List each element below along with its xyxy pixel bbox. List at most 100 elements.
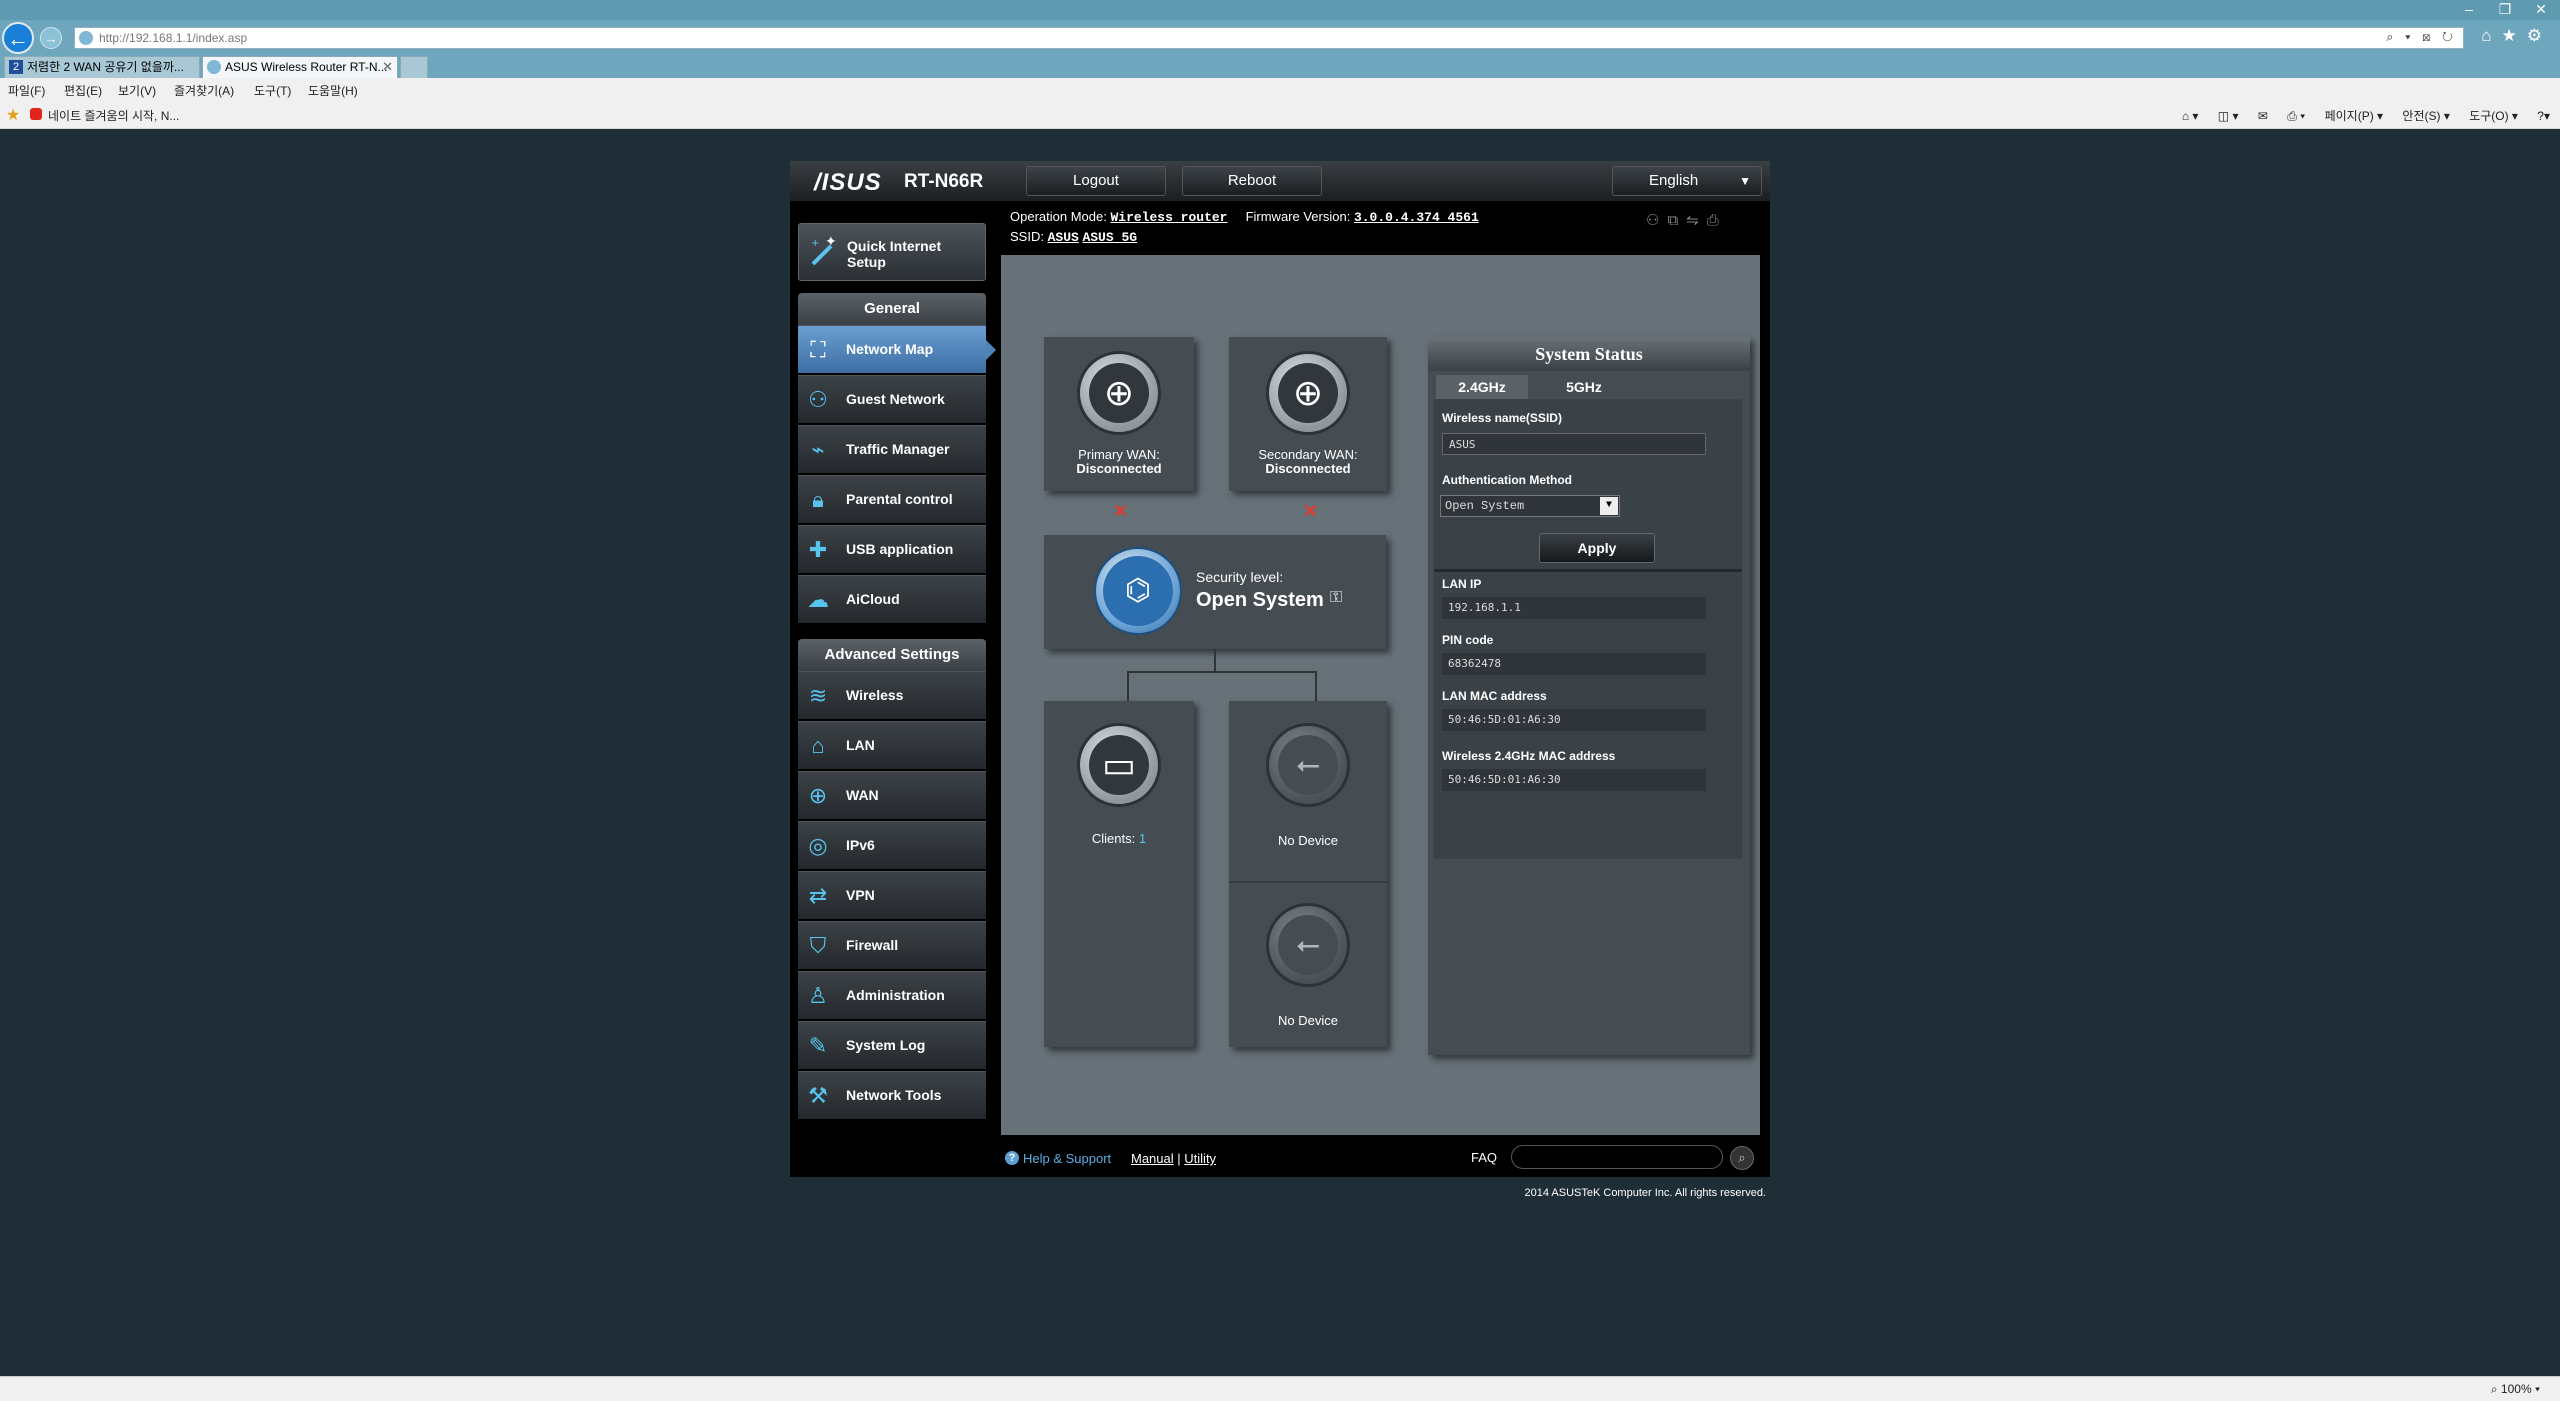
feeds-icon[interactable]: ◫ ▾ — [2218, 109, 2239, 123]
print-icon[interactable]: ⎙ ▾ — [2287, 109, 2305, 123]
menu-tools[interactable]: 도구(T) — [254, 82, 291, 99]
search-icon[interactable]: ⌕ — [1730, 1146, 1754, 1170]
menu-favorites[interactable]: 즐겨찾기(A) — [174, 82, 234, 99]
sidebar-item-label: Traffic Manager — [846, 441, 950, 457]
sidebar-item-ipv6[interactable]: ◎ IPv6 — [798, 821, 986, 869]
ssid-link-5[interactable]: ASUS_5G — [1082, 230, 1137, 245]
favorites-link[interactable]: 네이트 즐겨움의 시작, N... — [48, 107, 179, 124]
utility-link[interactable]: Utility — [1184, 1151, 1216, 1166]
help-support-label[interactable]: Help & Support — [1023, 1151, 1111, 1166]
menu-view[interactable]: 보기(V) — [118, 82, 156, 99]
sidebar-item-network-map[interactable]: ⛶ Network Map — [798, 325, 996, 373]
sidebar-item-label: VPN — [846, 887, 875, 903]
lan-mac-label: LAN MAC address — [1442, 689, 1547, 703]
active-arrow — [986, 340, 996, 360]
faq-search-input[interactable] — [1511, 1145, 1723, 1169]
mail-icon[interactable]: ✉ — [2258, 109, 2268, 123]
sidebar-item-wan[interactable]: ⊕ WAN — [798, 771, 986, 819]
logout-button[interactable]: Logout — [1026, 166, 1166, 196]
operation-mode-link[interactable]: Wireless router — [1110, 210, 1227, 225]
clients-text: Clients: 1 — [1044, 831, 1194, 846]
tab-5ghz[interactable]: 5GHz — [1538, 375, 1630, 399]
apply-button[interactable]: Apply — [1539, 533, 1655, 563]
sidebar-item-vpn[interactable]: ⇄ VPN — [798, 871, 986, 919]
help-icon[interactable]: ?▾ — [2537, 109, 2550, 123]
browser-toolbar-icons[interactable]: ⌂★⚙ — [2481, 26, 2552, 46]
ssid-input[interactable]: ASUS — [1442, 433, 1706, 455]
tab-24ghz[interactable]: 2.4GHz — [1436, 375, 1528, 399]
zoom-level[interactable]: ⌕ 100% ▾ — [2491, 1382, 2540, 1397]
language-select[interactable]: English ▼ — [1612, 166, 1762, 196]
shield-icon: ⛉ — [809, 933, 827, 958]
sidebar-item-firewall[interactable]: ⛉ Firewall — [798, 921, 986, 969]
sidebar-item-parental-control[interactable]: 🔒︎ Parental control — [798, 475, 986, 523]
faq-label: FAQ — [1471, 1150, 1498, 1165]
clients-count[interactable]: 1 — [1139, 831, 1146, 846]
sidebar-item-administration[interactable]: ♙ Administration — [798, 971, 986, 1019]
cmd-page[interactable]: 페이지(P) ▾ — [2325, 109, 2383, 123]
usb-slot-1[interactable]: ⭠ No Device — [1229, 701, 1387, 881]
primary-wan-card[interactable]: ⊕ Primary WAN: Disconnected — [1044, 337, 1194, 491]
search-refresh-icons[interactable]: ⌕ ▾ ⊠ ↻ — [2386, 29, 2457, 45]
browser-tab-label: 저렴한 2 WAN 공유기 없을까... — [27, 60, 184, 74]
qis-label: Quick Internet Setup — [847, 238, 942, 270]
browser-tab-1[interactable]: 2 저렴한 2 WAN 공유기 없을까... — [4, 56, 200, 78]
general-header: General — [798, 293, 986, 325]
sidebar-item-system-log[interactable]: ✎ System Log — [798, 1021, 986, 1069]
tab-favicon: 2 — [9, 60, 23, 74]
guest-network-icon: ⚇ — [808, 387, 828, 412]
browser-menu-bar: 파일(F) 편집(E) 보기(V) 즐겨찾기(A) 도구(T) 도움말(H) — [0, 78, 2560, 100]
disconnected-x-icon: ✕ — [1303, 501, 1319, 521]
router-header: /ISUS RT-N66R Logout Reboot English ▼ — [790, 161, 1770, 201]
firmware-link[interactable]: 3.0.0.4.374_4561 — [1354, 210, 1479, 225]
usb-icon: ⭠ — [1266, 903, 1350, 987]
sidebar-item-lan[interactable]: ⌂ LAN — [798, 721, 986, 769]
address-url[interactable]: http://192.168.1.1/index.asp — [99, 31, 247, 45]
close-icon[interactable]: ✕ — [2526, 0, 2556, 18]
back-button[interactable]: ← — [2, 22, 34, 54]
menu-file[interactable]: 파일(F) — [8, 82, 45, 99]
restore-icon[interactable]: ❐ — [2490, 0, 2520, 18]
sidebar-item-label: WAN — [846, 787, 879, 803]
tab-close-icon[interactable]: ✕ — [382, 57, 393, 77]
router-status-card[interactable]: ⌬ Security level: Open System ⚿ — [1044, 535, 1386, 649]
reboot-button[interactable]: Reboot — [1182, 166, 1322, 196]
sidebar-item-guest-network[interactable]: ⚇ Guest Network — [798, 375, 986, 423]
window-titlebar: – ❐ ✕ — [0, 0, 2560, 20]
home-icon[interactable]: ⌂ ▾ — [2182, 109, 2199, 123]
sidebar-item-usb-application[interactable]: ✚ USB application — [798, 525, 986, 573]
clients-status-icon[interactable]: ⚇ — [1646, 212, 1667, 229]
clients-card[interactable]: ▭ Clients: 1 — [1044, 701, 1194, 1047]
ssid-link-24[interactable]: ASUS — [1048, 230, 1079, 245]
address-bar[interactable]: http://192.168.1.1/index.asp ⌕ ▾ ⊠ ↻ — [74, 27, 2464, 49]
browser-tab-2[interactable]: ASUS Wireless Router RT-N... ✕ — [202, 56, 398, 78]
sidebar-item-label: Firewall — [846, 937, 899, 953]
manual-link[interactable]: Manual — [1131, 1151, 1174, 1166]
auth-method-label: Authentication Method — [1442, 473, 1572, 487]
minimize-icon[interactable]: – — [2454, 0, 2484, 18]
usb-status-icon[interactable]: ⇋ — [1686, 212, 1707, 229]
menu-edit[interactable]: 편집(E) — [64, 82, 102, 99]
new-tab-button[interactable] — [400, 56, 428, 78]
cmd-safety[interactable]: 안전(S) ▾ — [2402, 109, 2449, 123]
printer-status-icon[interactable]: ⎙ — [1707, 212, 1727, 229]
sidebar-item-wireless[interactable]: ≋ Wireless — [798, 671, 986, 719]
menu-help[interactable]: 도움말(H) — [308, 82, 358, 99]
primary-wan-label: Primary WAN: — [1078, 447, 1160, 462]
secondary-wan-card[interactable]: ⊕ Secondary WAN: Disconnected — [1229, 337, 1387, 491]
quick-internet-setup-button[interactable]: ✦ + Quick Internet Setup — [798, 223, 986, 281]
sidebar-item-traffic-manager[interactable]: ⌁ Traffic Manager — [798, 425, 986, 473]
sidebar-item-aicloud[interactable]: ☁ AiCloud — [798, 575, 986, 623]
sidebar-item-network-tools[interactable]: ⚒ Network Tools — [798, 1071, 986, 1119]
sidebar-item-label: Parental control — [846, 491, 953, 507]
cmd-tools[interactable]: 도구(O) ▾ — [2469, 109, 2518, 123]
user-icon: ♙ — [808, 983, 828, 1008]
security-level-value: Open System — [1196, 589, 1324, 611]
forward-button[interactable]: → — [40, 27, 62, 49]
usb-slot-2[interactable]: ⭠ No Device — [1229, 883, 1387, 1047]
copy-status-icon[interactable]: ⧉ — [1667, 212, 1686, 229]
auth-method-select[interactable]: Open System ▼ — [1440, 495, 1620, 517]
globe-icon: ⊕ — [1077, 351, 1161, 435]
favorites-bar: ★ 네이트 즐겨움의 시작, N... ⌂ ▾ ◫ ▾ ✉ ⎙ ▾ 페이지(P)… — [0, 100, 2560, 129]
favorites-star-icon[interactable]: ★ — [6, 105, 20, 125]
